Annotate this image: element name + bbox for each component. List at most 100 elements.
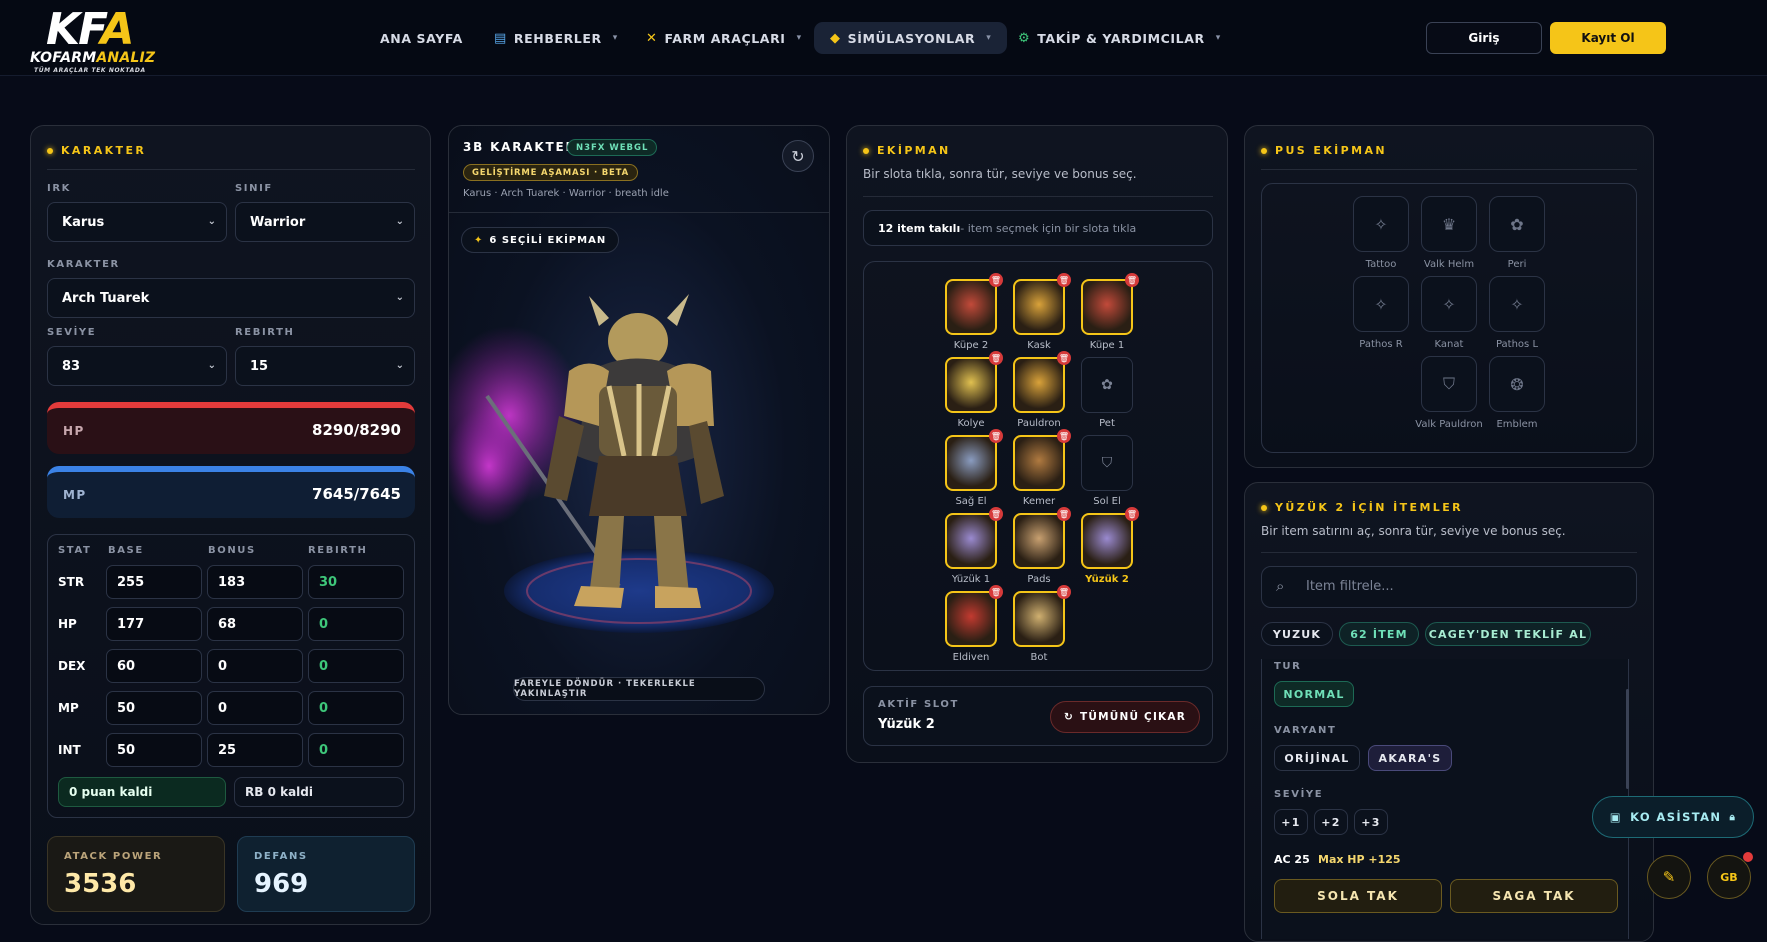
viewer-subtitle: Karus · Arch Tuarek · Warrior · breath i… [463,188,669,199]
lock-icon: 🔒︎ [1729,811,1737,823]
trash-icon[interactable]: 🗑︎ [989,273,1003,287]
variant-akaras[interactable]: AKARA'S [1368,745,1452,771]
chevron-down-icon: ▾ [986,33,992,43]
item-icon [1081,513,1133,569]
rebirth-left: RB 0 kaldi [234,777,404,807]
points-left: 0 puan kaldi [58,777,226,807]
chip-category[interactable]: YUZUK [1261,622,1333,646]
item-filter-input[interactable]: ⌕ Item filtrele... [1261,566,1637,608]
remove-all-button[interactable]: ↻ TÜMÜNÜ ÇIKAR [1050,701,1200,733]
equipment-slot[interactable]: 🗑︎ Kolye [945,351,1003,429]
item-icon [1013,591,1065,647]
character-select[interactable]: Arch Tuarek ⌄ [47,278,415,318]
login-button[interactable]: Giriş [1426,22,1542,54]
slot-name: Sol El [1093,496,1121,507]
stat-rebirth-input[interactable]: 0 [308,649,404,683]
trash-icon[interactable]: 🗑︎ [1057,429,1071,443]
equipment-slot[interactable]: 🗑︎ Kemer [1013,429,1071,507]
diamond-icon: ◆ [830,30,841,46]
sparkle-icon[interactable]: ✧ [1353,196,1409,252]
user-avatar[interactable]: GB [1707,855,1751,899]
equipment-slot[interactable]: 🗑︎ Küpe 2 [945,273,1003,351]
nav-ana-sayfa[interactable]: ANA SAYFA [364,22,479,54]
stat-bonus-input[interactable]: 68 [207,607,303,641]
item-icon [945,357,997,413]
equipment-slot[interactable]: 🗑︎ Pauldron [1013,351,1071,429]
reset-view-icon[interactable]: ↻ [782,140,814,172]
equipment-slot[interactable]: 🗑︎ Pads [1013,507,1071,585]
equipment-panel: EKİPMAN Bir slota tıkla, sonra tür, sevi… [846,125,1228,763]
chevron-down-icon: ⌄ [395,292,404,303]
stat-rebirth-input[interactable]: 0 [308,607,404,641]
class-select[interactable]: Warrior ⌄ [235,202,415,242]
sparkle-icon: ✦ [474,234,484,246]
level-plus-3[interactable]: +3 [1354,809,1388,835]
sparkle-icon[interactable]: ✧ [1421,276,1477,332]
chevron-down-icon: ⌄ [395,360,404,371]
medal-icon[interactable]: ❂ [1489,356,1545,412]
equipment-slot[interactable]: 🗑︎ Yüzük 2 [1081,507,1139,585]
slot-name: Pet [1099,418,1115,429]
trash-icon[interactable]: 🗑︎ [1057,273,1071,287]
trash-icon[interactable]: 🗑︎ [989,585,1003,599]
stat-name: STR [58,575,85,589]
register-button[interactable]: Kayıt Ol [1550,22,1666,54]
chevron-down-icon: ▾ [796,33,802,43]
sparkle-icon[interactable]: ✧ [1489,276,1545,332]
variant-original[interactable]: ORİJİNAL [1274,745,1360,771]
equipment-slot[interactable]: 🗑︎ Bot [1013,585,1071,663]
stat-name: HP [58,617,77,631]
equipment-slot[interactable]: ✿ Pet [1081,357,1133,429]
stat-hp: Max HP +125 [1318,853,1401,866]
equipment-slot[interactable]: 🗑︎ Eldiven [945,585,1003,663]
stat-bonus-input[interactable]: 183 [207,565,303,599]
stat-base-input[interactable]: 60 [106,649,202,683]
level-plus-2[interactable]: +2 [1314,809,1348,835]
stat-bonus-input[interactable]: 0 [207,691,303,725]
trash-icon[interactable]: 🗑︎ [1057,351,1071,365]
feedback-icon[interactable]: ✎ [1647,855,1691,899]
stat-base-input[interactable]: 50 [106,691,202,725]
equipment-slot[interactable]: 🗑︎ Kask [1013,273,1071,351]
equipment-slot[interactable]: 🗑︎ Sağ El [945,429,1003,507]
stat-rebirth-input[interactable]: 0 [308,733,404,767]
stat-bonus-input[interactable]: 0 [207,649,303,683]
level-select[interactable]: 83 ⌄ [47,346,227,386]
stat-base-input[interactable]: 255 [106,565,202,599]
attach-left-button[interactable]: SOLA TAK [1274,879,1442,913]
trash-icon[interactable]: 🗑︎ [1125,507,1139,521]
ko-assistant-button[interactable]: ▣ KO ASİSTAN 🔒︎ [1592,796,1754,838]
kofarmanaliz-logo[interactable]: KFA KOFARMANALIZ TÜM ARAÇLAR TEK NOKTADA [30,4,160,74]
race-select[interactable]: Karus ⌄ [47,202,227,242]
nav-takip-yardimcilar[interactable]: ⚙ TAKİP & YARDIMCILAR ▾ [1002,22,1237,54]
equipment-slot[interactable]: 🗑︎ Yüzük 1 [945,507,1003,585]
stat-base-input[interactable]: 50 [106,733,202,767]
equipment-slot[interactable]: 🗑︎ Küpe 1 [1081,273,1139,351]
scrollbar[interactable] [1626,689,1629,789]
stat-rebirth-input[interactable]: 30 [308,565,404,599]
attach-right-button[interactable]: SAGA TAK [1450,879,1618,913]
rebirth-select[interactable]: 15 ⌄ [235,346,415,386]
shield-icon[interactable]: ⛉ [1421,356,1477,412]
trash-icon[interactable]: 🗑︎ [989,429,1003,443]
stat-base-input[interactable]: 177 [106,607,202,641]
stat-rebirth-input[interactable]: 0 [308,691,404,725]
trash-icon[interactable]: 🗑︎ [1125,273,1139,287]
character-3d-render[interactable] [449,276,830,656]
type-normal[interactable]: NORMAL [1274,681,1354,707]
level-plus-1[interactable]: +1 [1274,809,1308,835]
trash-icon[interactable]: 🗑︎ [1057,507,1071,521]
trash-icon[interactable]: 🗑︎ [1057,585,1071,599]
nav-rehberler[interactable]: ▤ REHBERLER ▾ [478,22,634,54]
trash-icon[interactable]: 🗑︎ [989,351,1003,365]
sparkle-icon[interactable]: ✧ [1353,276,1409,332]
stat-bonus-input[interactable]: 25 [207,733,303,767]
equipment-slot[interactable]: ⛉ Sol El [1081,435,1133,507]
nav-farm-araclari[interactable]: ✕ FARM ARAÇLARI ▾ [630,22,818,54]
chip-offer[interactable]: CAGEY'DEN TEKLİF AL [1425,622,1591,646]
equipped-count: 12 item takılı - item seçmek için bir sl… [863,210,1213,246]
paw-icon[interactable]: ✿ [1489,196,1545,252]
nav-simulasyonlar[interactable]: ◆ SİMÜLASYONLAR ▾ [814,22,1008,54]
trash-icon[interactable]: 🗑︎ [989,507,1003,521]
crown-icon[interactable]: ♛ [1421,196,1477,252]
